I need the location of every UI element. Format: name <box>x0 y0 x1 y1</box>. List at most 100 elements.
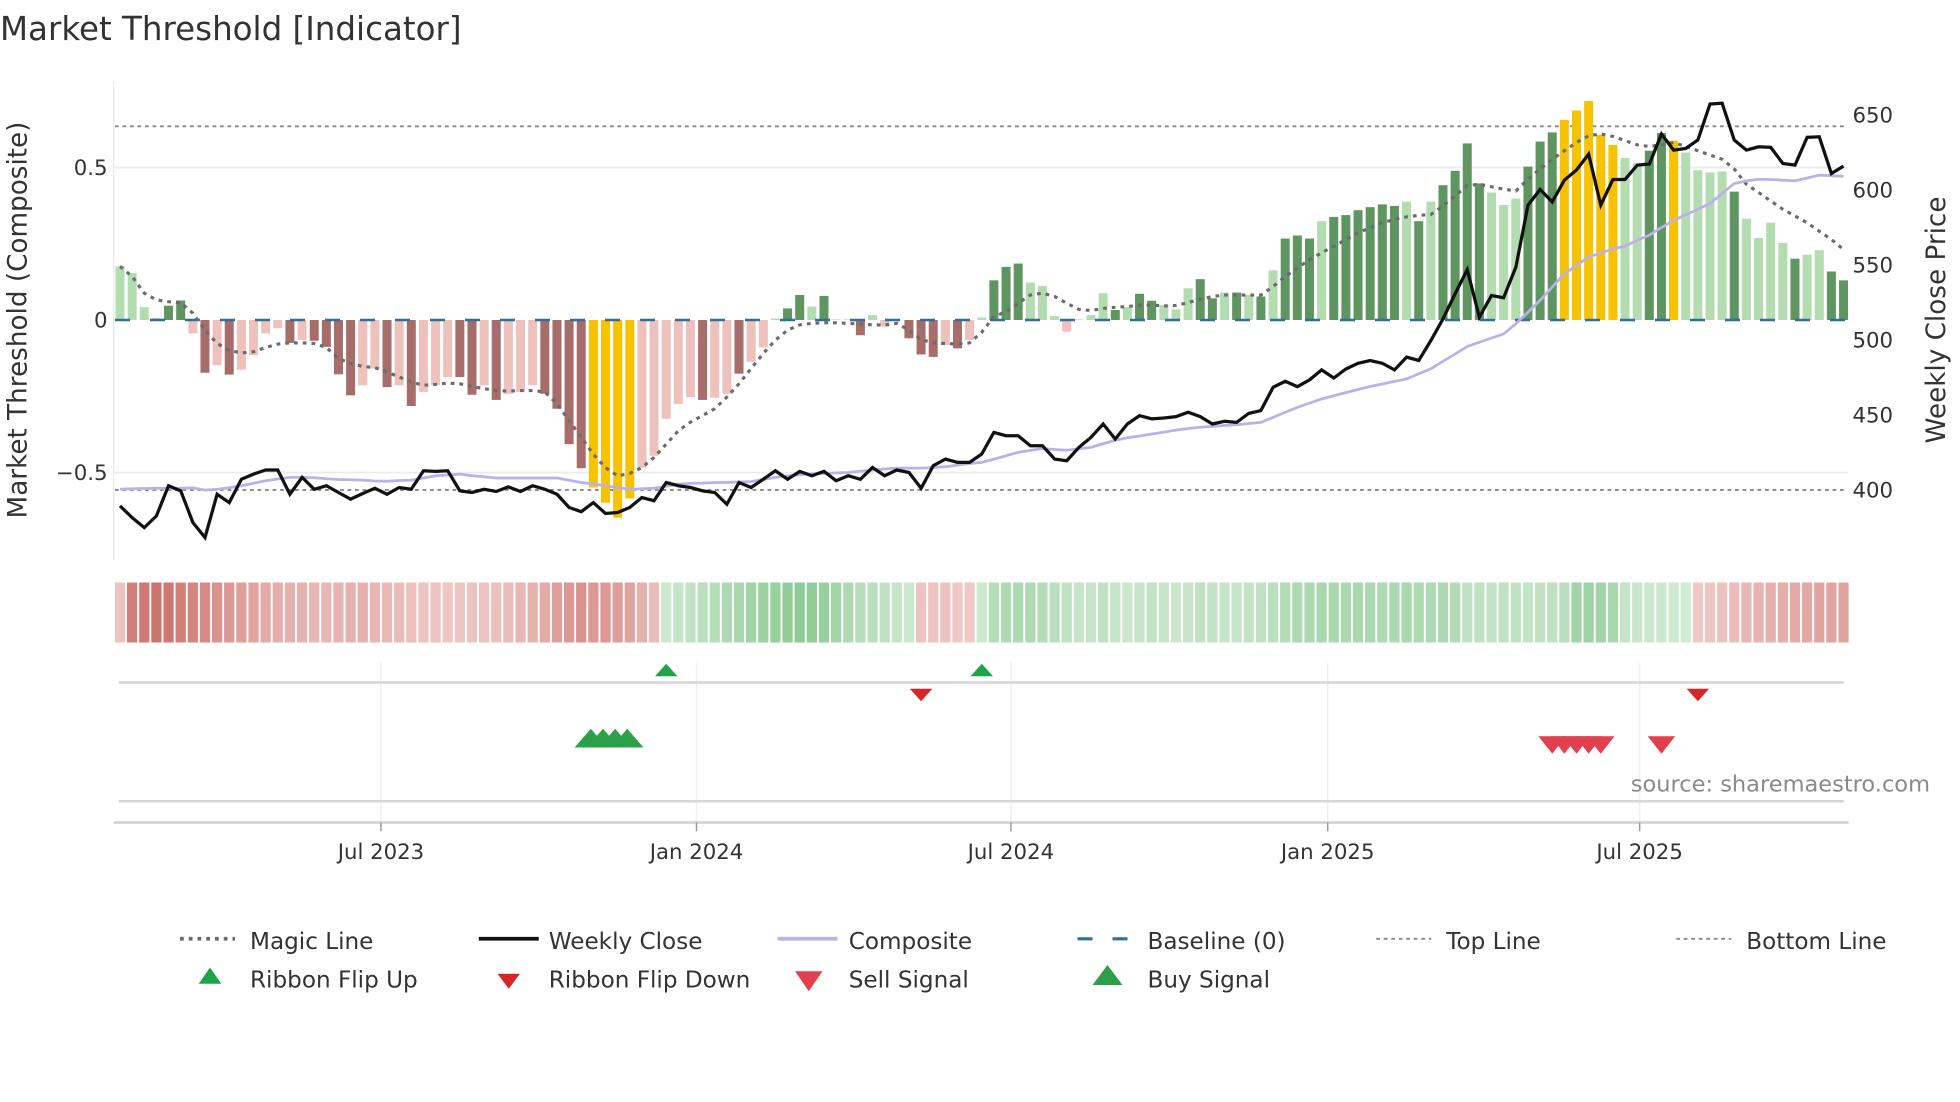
chart-title: Market Threshold [Indicator] <box>0 10 462 48</box>
left-tick-label: 0 <box>94 309 108 334</box>
ribbon-cell <box>1644 582 1655 643</box>
ribbon-cell <box>1000 582 1012 643</box>
ribbon-cell <box>1826 582 1837 643</box>
histogram-bar <box>1037 285 1047 320</box>
histogram-bar <box>431 320 441 386</box>
ribbon-cell <box>1704 582 1716 643</box>
ribbon-cell <box>1340 582 1352 643</box>
histogram-bar <box>1135 293 1145 320</box>
ribbon-cell <box>964 582 975 643</box>
histogram-bar <box>1317 221 1327 320</box>
histogram-bar <box>1086 315 1096 320</box>
histogram-bar <box>1766 222 1776 320</box>
ribbon-cell <box>187 582 198 643</box>
ribbon-cell <box>491 582 502 643</box>
ribbon-cell <box>1146 582 1157 643</box>
ribbon-flip-up-marker <box>970 663 994 677</box>
ribbon-cell <box>1717 582 1728 643</box>
histogram-bar <box>940 320 950 346</box>
ribbon-cell <box>1607 582 1619 643</box>
ribbon-cell <box>357 582 368 643</box>
ribbon-cell <box>636 582 648 643</box>
ribbon-cell <box>454 582 465 643</box>
histogram-bar <box>1207 298 1217 320</box>
histogram-bar <box>115 266 125 320</box>
ribbon-cell <box>345 582 356 643</box>
histogram-bar <box>528 320 538 386</box>
signal-markers <box>574 663 1710 754</box>
right-tick-label: 500 <box>1853 329 1894 354</box>
ribbon-cell <box>272 582 283 643</box>
ribbon-cell <box>1280 582 1291 643</box>
ribbon-cell <box>527 582 538 643</box>
ribbon-cell <box>855 582 866 643</box>
histogram-bar <box>698 320 708 400</box>
ribbon-cell <box>114 582 126 643</box>
ribbon-strip <box>114 582 1849 643</box>
histogram-bar <box>722 320 732 394</box>
ribbon-cell <box>952 582 963 643</box>
ribbon-cell <box>1668 582 1679 643</box>
histogram-bar <box>1244 294 1254 320</box>
histogram-bar <box>1826 271 1836 320</box>
histogram-bar <box>139 307 149 320</box>
left-tick-label: −0.5 <box>56 461 108 486</box>
histogram-bar <box>564 320 574 445</box>
x-tick-label: Jul 2023 <box>336 840 424 865</box>
legend-item-top-line: Top Line <box>1376 929 1541 955</box>
ribbon-cell <box>1365 582 1376 643</box>
histogram-bar <box>1438 185 1448 320</box>
ribbon-cell <box>175 582 186 643</box>
histogram-bar <box>1414 221 1424 320</box>
ribbon-cell <box>1789 582 1801 643</box>
histogram-bar <box>868 315 878 320</box>
ribbon-cell <box>1571 582 1582 643</box>
ribbon-cell <box>1498 582 1509 643</box>
right-tick-label: 600 <box>1853 179 1894 204</box>
histogram-bar <box>491 320 501 400</box>
histogram-bar <box>1062 320 1072 332</box>
ribbon-cell <box>1692 582 1703 643</box>
ribbon-cell <box>406 582 417 643</box>
ribbon-cell <box>915 582 927 643</box>
ribbon-cell <box>1352 582 1364 643</box>
histogram-bar <box>467 320 477 395</box>
ribbon-cell <box>1450 582 1461 643</box>
ribbon-cell <box>442 582 453 643</box>
ribbon-cell <box>891 582 902 643</box>
histogram-bar <box>1050 316 1060 320</box>
signal-panel-grid <box>380 662 1641 823</box>
histogram-bar <box>770 318 780 320</box>
histogram-bar <box>1729 191 1739 320</box>
histogram-bar <box>1802 254 1812 320</box>
histogram-bar <box>1620 158 1630 320</box>
legend-label: Ribbon Flip Down <box>549 968 751 994</box>
legend-item-sell-signal: Sell Signal <box>795 968 969 994</box>
ribbon-cell <box>151 582 162 643</box>
histogram-bar <box>1341 215 1351 320</box>
ribbon-cell <box>988 582 1000 643</box>
histogram-bar <box>989 280 999 320</box>
ribbon-cell <box>248 582 259 643</box>
ribbon-cell <box>1134 582 1145 643</box>
histogram-bar <box>1705 172 1715 320</box>
histogram-bar <box>1499 205 1509 320</box>
ribbon-cell <box>1207 582 1218 643</box>
histogram-bar <box>637 320 647 468</box>
ribbon-cell <box>211 582 223 643</box>
ribbon-cell <box>1729 582 1740 643</box>
histogram-bar <box>321 320 331 347</box>
histogram-bar <box>382 320 392 388</box>
histogram-bar <box>394 320 404 386</box>
histogram-bar <box>977 317 987 320</box>
ribbon-cell <box>1231 582 1242 643</box>
histogram-bar <box>479 320 489 386</box>
legend-label: Bottom Line <box>1746 929 1886 955</box>
ribbon-cell <box>1037 582 1048 643</box>
x-axis-ticks: Jul 2023 Jan 2024 Jul 2024 Jan 2025 Jul 2025 <box>336 822 1683 865</box>
histogram-bar <box>710 320 720 398</box>
ribbon-cell <box>1510 582 1521 643</box>
legend-label: Composite <box>849 929 972 955</box>
legend-item-weekly-close: Weekly Close <box>478 929 702 955</box>
ribbon-cell <box>1741 582 1752 643</box>
